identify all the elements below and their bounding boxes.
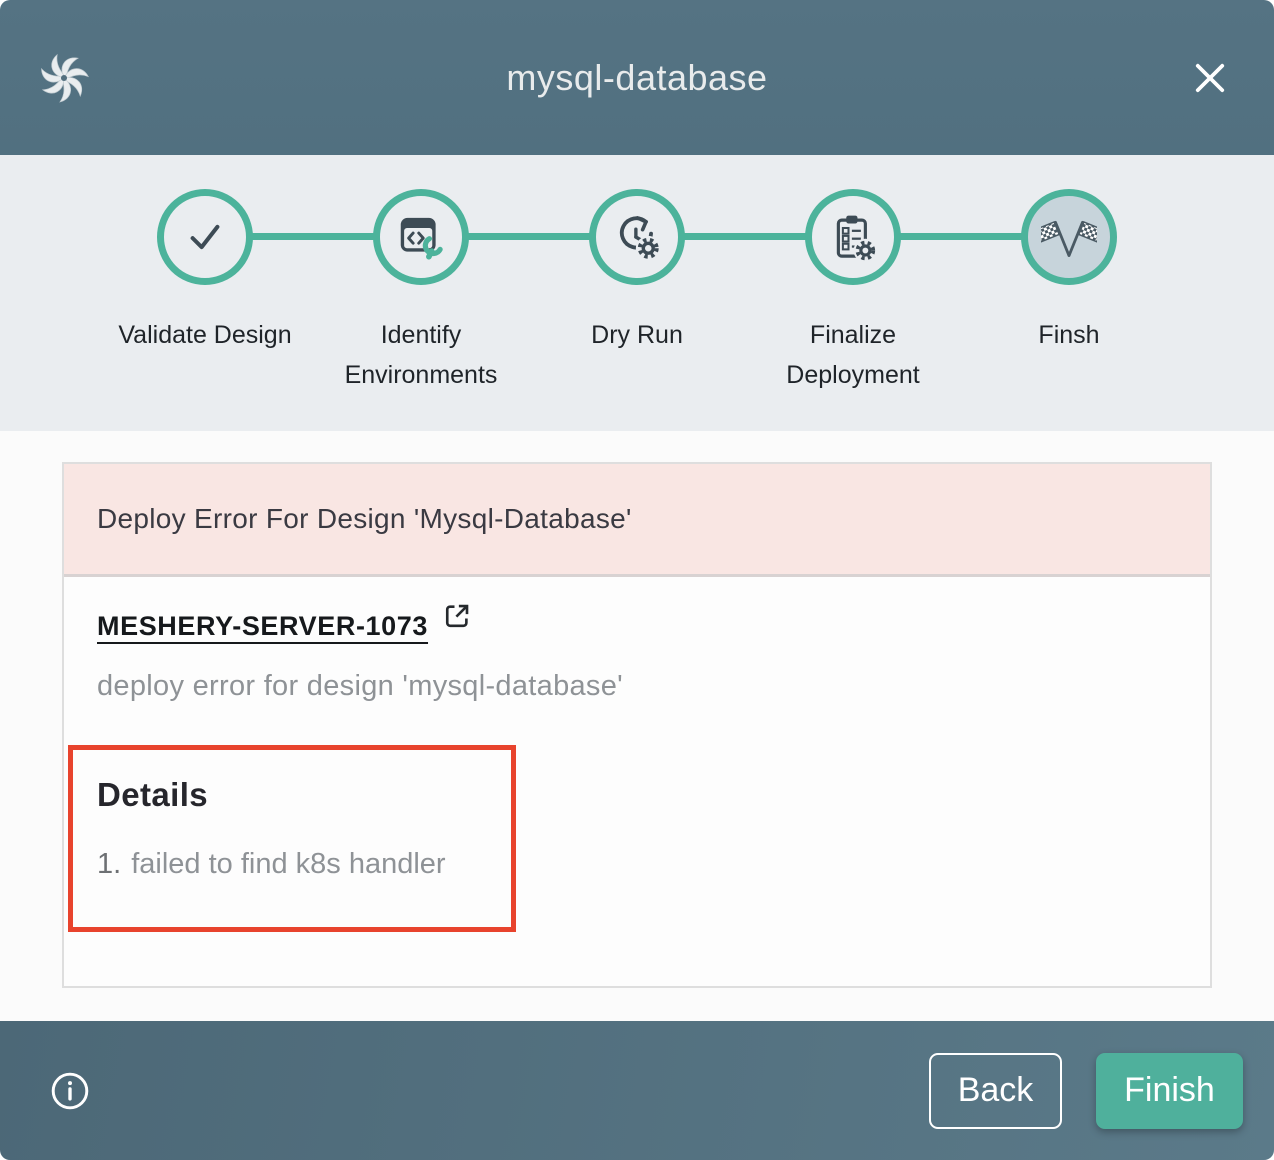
step-circle-validate — [157, 189, 253, 285]
error-banner: Deploy Error For Design 'Mysql-Database' — [64, 464, 1210, 577]
step-circle-finish — [1021, 189, 1117, 285]
info-icon[interactable] — [49, 1070, 91, 1112]
details-item-text: failed to find k8s handler — [131, 848, 445, 881]
finish-button[interactable]: Finish — [1096, 1053, 1243, 1129]
step-label: Dry Run — [591, 315, 683, 355]
modal-header: mysql-database — [0, 0, 1274, 155]
step-label: Validate Design — [118, 315, 291, 355]
back-button[interactable]: Back — [929, 1053, 1062, 1129]
details-item-number: 1. — [97, 848, 121, 881]
error-banner-title: Deploy Error For Design 'Mysql-Database' — [97, 503, 632, 535]
deployment-stepper: Validate Design Identify Environments — [0, 155, 1274, 431]
clipboard-gear-icon — [826, 210, 880, 264]
step-circle-identify — [373, 189, 469, 285]
step-circle-finalize — [805, 189, 901, 285]
close-icon — [1190, 58, 1230, 98]
step-dry-run: Dry Run — [529, 189, 745, 395]
details-heading: Details — [97, 776, 501, 814]
check-icon — [178, 210, 232, 264]
close-button[interactable] — [1188, 56, 1232, 100]
details-list-item: 1. failed to find k8s handler — [97, 848, 501, 881]
step-label: Finsh — [1038, 315, 1099, 355]
sync-gear-icon — [610, 210, 664, 264]
modal-content: Deploy Error For Design 'Mysql-Database'… — [0, 431, 1274, 1021]
step-validate-design: Validate Design — [97, 189, 313, 395]
error-summary-text: deploy error for design 'mysql-database' — [97, 670, 1210, 703]
step-identify-environments: Identify Environments — [313, 189, 529, 395]
external-link-icon[interactable] — [442, 601, 472, 631]
error-code-row: MESHERY-SERVER-1073 — [97, 611, 1210, 642]
deployment-wizard-modal: mysql-database Validate Design — [0, 0, 1274, 1160]
checkered-flags-icon — [1041, 209, 1097, 265]
step-finish: Finsh — [961, 189, 1177, 395]
step-finalize-deployment: Finalize Deployment — [745, 189, 961, 395]
step-label: Identify Environments — [330, 315, 512, 395]
step-circle-dry-run — [589, 189, 685, 285]
modal-footer: Back Finish — [0, 1021, 1274, 1160]
deploy-error-panel: Deploy Error For Design 'Mysql-Database'… — [62, 462, 1212, 988]
dialog-title: mysql-database — [0, 57, 1274, 99]
code-window-wrench-icon — [394, 210, 448, 264]
error-code-link[interactable]: MESHERY-SERVER-1073 — [97, 611, 436, 642]
error-details-highlight-box: Details 1. failed to find k8s handler — [68, 745, 516, 932]
step-label: Finalize Deployment — [762, 315, 944, 395]
